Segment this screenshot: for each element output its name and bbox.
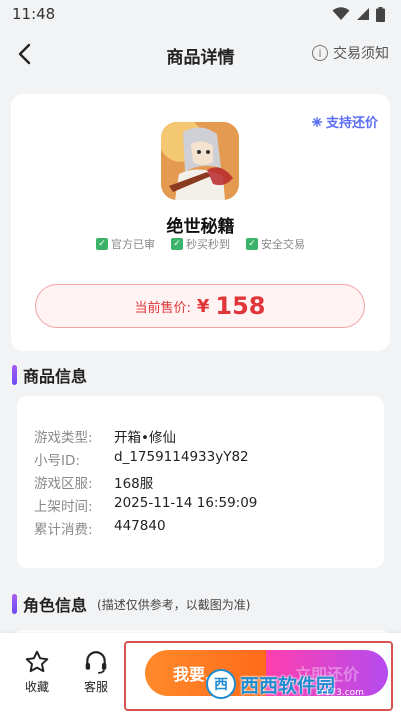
- role-info-heading: 角色信息 (描述仅供参考，以截图为准): [12, 592, 250, 616]
- nav-bar: 商品详情 i 交易须知: [0, 30, 401, 80]
- info-key: 游戏类型:: [34, 430, 93, 446]
- info-value: 447840: [114, 518, 166, 534]
- customer-service-button[interactable]: 客服: [83, 649, 109, 695]
- check-icon: ✓: [246, 238, 258, 250]
- info-row: 游戏类型: 开箱•修仙: [34, 426, 176, 446]
- info-key: 游戏区服:: [34, 476, 93, 492]
- bottom-action-bar: 收藏 客服 我要… 立即还价 西 西西软件园 cr173.com: [0, 633, 401, 713]
- star-icon: [25, 650, 49, 673]
- badge-official-reviewed: ✓ 官方已审: [96, 236, 155, 252]
- section-title: 商品信息: [23, 367, 88, 386]
- check-icon: ✓: [171, 238, 183, 250]
- goods-info-card: 游戏类型: 开箱•修仙 小号ID: d_1759114933yY82 游戏区服:…: [17, 396, 384, 568]
- info-row: 游戏区服: 168服: [34, 472, 153, 492]
- page-title: 商品详情: [166, 47, 235, 68]
- status-bar: 11:48: [0, 0, 401, 28]
- info-key: 上架时间:: [34, 499, 93, 515]
- goods-info-heading: 商品信息: [12, 363, 87, 387]
- check-icon: ✓: [96, 238, 108, 250]
- info-row: 累计消费: 447840: [34, 518, 166, 538]
- back-arrow-icon[interactable]: [14, 42, 38, 66]
- info-value: 2025-11-14 16:59:09: [114, 495, 258, 511]
- favorite-button[interactable]: 收藏: [24, 649, 50, 695]
- section-accent-bar: [12, 365, 17, 385]
- info-row: 上架时间: 2025-11-14 16:59:09: [34, 495, 257, 515]
- info-row: 小号ID: d_1759114933yY82: [34, 449, 249, 469]
- info-key: 小号ID:: [34, 453, 80, 469]
- section-accent-bar: [12, 594, 17, 614]
- badge-label: 官方已审: [111, 238, 155, 251]
- info-key: 累计消费:: [34, 522, 93, 538]
- favorite-label: 收藏: [24, 680, 49, 694]
- service-label: 客服: [83, 680, 108, 694]
- badge-label: 安全交易: [261, 238, 305, 251]
- info-icon: i: [312, 45, 328, 61]
- info-value: 168服: [114, 476, 154, 492]
- bargain-tag: 支持还价: [311, 112, 378, 131]
- guarantee-badges: ✓ 官方已审 ✓ 秒买秒到 ✓ 安全交易: [11, 236, 390, 252]
- battery-icon: [376, 6, 385, 22]
- game-icon: [161, 122, 239, 200]
- badge-safe-trade: ✓ 安全交易: [246, 236, 305, 252]
- price-currency: ¥: [196, 295, 210, 317]
- badge-instant-delivery: ✓ 秒买秒到: [171, 236, 230, 252]
- price-value: 158: [215, 292, 266, 320]
- status-time: 11:48: [12, 5, 56, 23]
- watermark-logo-icon: 西: [206, 669, 236, 699]
- trade-notice-label: 交易须知: [333, 46, 389, 62]
- badge-label: 秒买秒到: [186, 238, 230, 251]
- section-subtitle: (描述仅供参考，以截图为准): [97, 597, 251, 612]
- info-value: 开箱•修仙: [114, 430, 176, 446]
- bargain-tag-label: 支持还价: [325, 116, 378, 131]
- game-name: 绝世秘籍: [166, 217, 235, 237]
- signal-icon: [357, 8, 369, 20]
- price-label: 当前售价:: [134, 300, 191, 316]
- trade-notice-link[interactable]: i 交易须知: [312, 43, 389, 63]
- snowflake-icon: [311, 116, 322, 127]
- wifi-icon: [332, 7, 350, 20]
- price-bar: 当前售价: ¥ 158: [35, 284, 365, 328]
- watermark-url: cr173.com: [316, 688, 364, 698]
- site-watermark: 西 西西软件园 cr173.com: [206, 668, 378, 700]
- headset-icon: [85, 651, 107, 674]
- game-character-illustration: [161, 122, 239, 200]
- info-value: d_1759114933yY82: [114, 449, 249, 465]
- product-card: 支持还价 绝世秘籍 ✓ 官方已审 ✓ 秒买秒到 ✓ 安全交易 当前售价: ¥ 1…: [11, 94, 390, 351]
- section-title: 角色信息: [23, 596, 88, 615]
- system-icons: [332, 6, 385, 22]
